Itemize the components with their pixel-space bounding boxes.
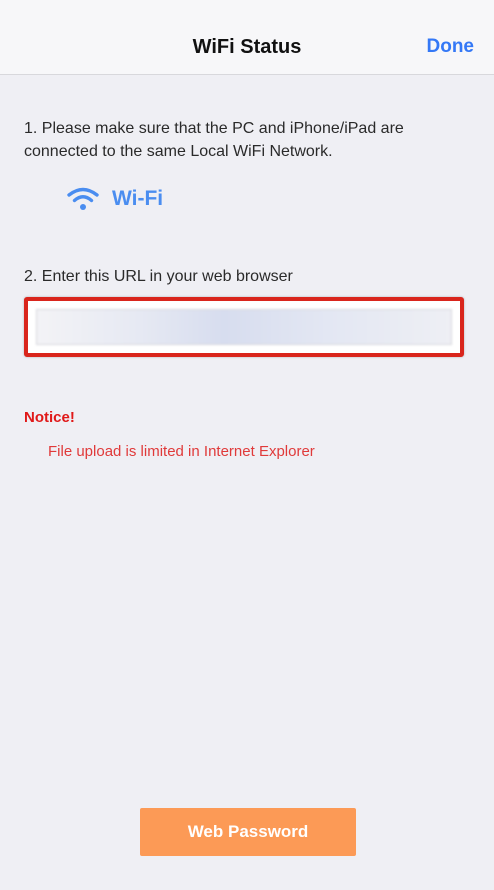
url-highlight-box bbox=[24, 297, 464, 357]
notice-title: Notice! bbox=[24, 409, 75, 426]
done-button[interactable]: Done bbox=[427, 36, 475, 58]
wifi-icon bbox=[67, 187, 99, 210]
wifi-network-indicator: Wi-Fi bbox=[66, 184, 163, 214]
wifi-label: Wi-Fi bbox=[112, 187, 164, 210]
notice-text: File upload is limited in Internet Explo… bbox=[48, 443, 315, 460]
url-field[interactable] bbox=[36, 309, 452, 345]
navigation-bar: WiFi Status Done bbox=[0, 0, 494, 75]
instruction-step-1: 1. Please make sure that the PC and iPho… bbox=[24, 120, 404, 160]
web-password-button[interactable]: Web Password bbox=[140, 808, 356, 856]
instruction-step-2: 2. Enter this URL in your web browser bbox=[24, 268, 293, 285]
page-title: WiFi Status bbox=[192, 36, 302, 58]
wifi-status-screen: WiFi Status Done 1. Please make sure tha… bbox=[0, 0, 494, 890]
